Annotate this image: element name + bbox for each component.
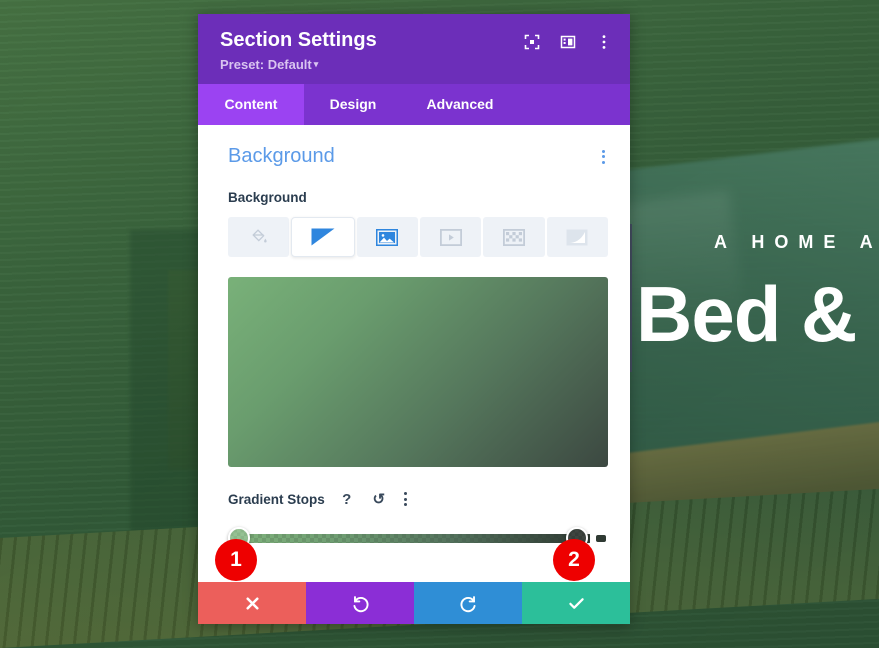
video-icon [439,228,462,246]
background-type-gradient[interactable] [291,217,355,257]
section-kebab-menu-icon[interactable] [599,147,608,167]
background-type-image[interactable] [356,217,418,257]
modal-tabs: Content Design Advanced [198,84,630,125]
modal-title-block: Section Settings Preset: Default ▾ [220,28,377,72]
kebab-menu-icon[interactable] [596,34,612,50]
gradient-stops-header: Gradient Stops ? ↺ [228,489,608,509]
help-icon[interactable]: ? [337,489,357,509]
background-type-mask[interactable] [546,217,608,257]
background-type-tabs [228,217,608,257]
save-button[interactable] [522,582,630,624]
modal-header-actions [524,28,612,50]
image-icon [376,228,399,246]
panel-layout-icon[interactable] [560,34,576,50]
callout-badge-2: 2 [553,539,595,581]
redo-button[interactable] [414,582,522,624]
color-fill-icon [249,227,269,247]
cancel-button[interactable] [198,582,306,624]
modal-header: Section Settings Preset: Default ▾ [198,14,630,84]
preset-selector[interactable]: Preset: Default ▾ [220,57,377,72]
focus-target-icon[interactable] [524,34,540,50]
mask-icon [566,229,588,246]
page-title: Section Settings [220,29,377,51]
section-settings-modal: Section Settings Preset: Default ▾ Conte… [198,14,630,624]
gradient-preview[interactable] [228,277,608,467]
modal-body: Background Background Gradient Stops ? ↺ [198,125,630,582]
gradient-slider-track[interactable] [238,534,590,543]
gradient-slider-end-cap [596,535,606,542]
pattern-icon [502,228,525,246]
hero-title: Bed & [636,270,857,358]
background-section-header: Background [228,145,608,168]
chevron-down-icon: ▾ [313,59,319,69]
tab-content[interactable]: Content [198,84,304,125]
tab-design[interactable]: Design [304,84,402,125]
background-field-label: Background [228,190,307,205]
preset-label: Preset: Default [220,57,312,72]
background-type-video[interactable] [419,217,482,257]
undo-button[interactable] [306,582,414,624]
callout-badge-1: 1 [215,539,257,581]
tab-advanced[interactable]: Advanced [402,84,518,125]
gradient-stops-label: Gradient Stops [228,491,325,507]
background-type-color[interactable] [228,217,290,257]
modal-footer [198,582,630,624]
hero-eyebrow: A HOME A [714,232,879,252]
gradient-stops-kebab-menu-icon[interactable] [401,489,410,509]
gradient-icon [311,228,335,246]
reset-icon[interactable]: ↺ [369,489,389,509]
section-title[interactable]: Background [228,145,335,168]
background-type-pattern[interactable] [483,217,545,257]
hero-text-block: A HOME A Bed & [636,232,879,353]
gradient-stops-slider[interactable] [228,527,608,551]
